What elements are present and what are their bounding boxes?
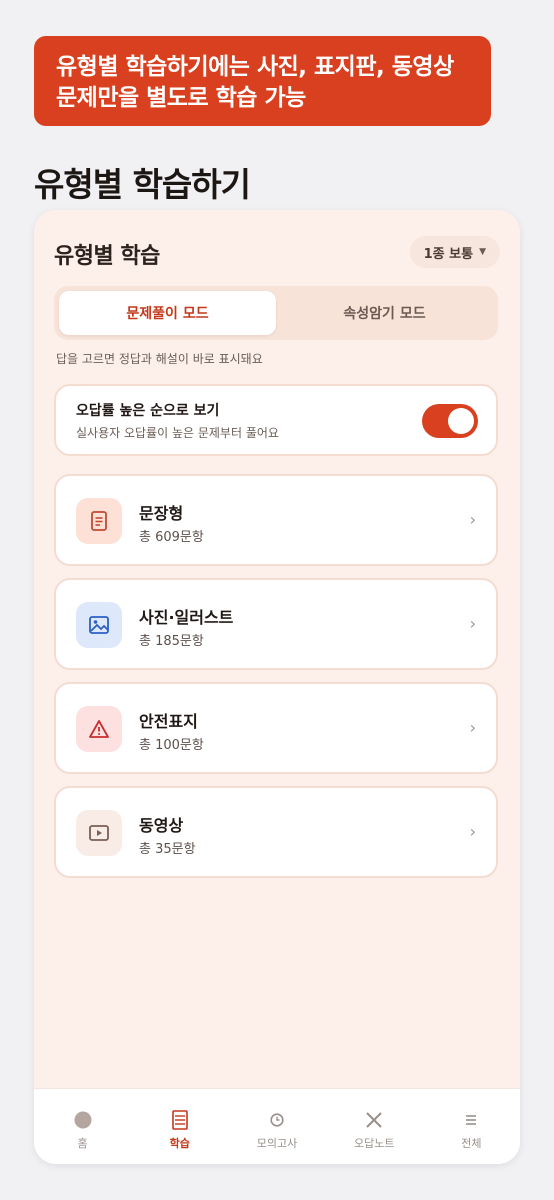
category-count: 총 100문항 xyxy=(139,738,204,753)
chevron-right-icon: › xyxy=(469,510,476,529)
nav-wrong-note[interactable]: 오답노트 xyxy=(326,1089,423,1164)
tab-problem-mode[interactable]: 문제풀이 모드 xyxy=(59,291,276,335)
nav-label: 전체 xyxy=(461,1137,482,1150)
category-name: 안전표지 xyxy=(139,712,198,731)
wrong-rate-switch[interactable] xyxy=(422,404,478,438)
toggle-title: 오답률 높은 순으로 보기 xyxy=(76,403,220,419)
play-icon xyxy=(76,810,122,856)
warning-icon xyxy=(76,706,122,752)
nav-home[interactable]: 홈 xyxy=(34,1089,131,1164)
license-level-select[interactable]: 1종 보통 ▼ xyxy=(409,236,500,268)
nav-study[interactable]: 학습 xyxy=(131,1089,228,1164)
nav-label: 모의고사 xyxy=(256,1137,298,1150)
category-count: 총 35문항 xyxy=(139,842,196,857)
mode-tabs: 문제풀이 모드 속성암기 모드 xyxy=(54,286,498,340)
nav-all[interactable]: 전체 xyxy=(423,1089,520,1164)
phone-screen: 유형별 학습 1종 보통 ▼ 문제풀이 모드 속성암기 모드 답을 고르면 정답… xyxy=(34,210,520,1164)
clock-icon xyxy=(270,1109,284,1131)
mode-description: 답을 고르면 정답과 해설이 바로 표시돼요 xyxy=(56,352,263,366)
category-card-sentence[interactable]: 문장형 총 609문항 › xyxy=(54,474,498,566)
study-icon xyxy=(171,1109,188,1131)
document-icon xyxy=(76,498,122,544)
category-card-safety-sign[interactable]: 안전표지 총 100문항 › xyxy=(54,682,498,774)
chevron-right-icon: › xyxy=(469,614,476,633)
category-card-photo[interactable]: 사진·일러스트 총 185문항 › xyxy=(54,578,498,670)
promo-line-1: 유형별 학습하기에는 사진, 표지판, 동영상 xyxy=(56,54,454,80)
app-header: 유형별 학습 1종 보통 ▼ xyxy=(54,236,500,270)
chevron-right-icon: › xyxy=(469,822,476,841)
image-icon xyxy=(76,602,122,648)
bottom-nav: 홈 학습 모의고사 오답노트 전체 xyxy=(34,1088,520,1164)
promo-line-2: 문제만을 별도로 학습 가능 xyxy=(56,85,306,111)
caret-down-icon: ▼ xyxy=(479,247,486,257)
page-title: 유형별 학습하기 xyxy=(34,165,251,204)
nav-label: 학습 xyxy=(169,1137,190,1150)
license-level-value: 1종 보통 xyxy=(423,246,474,262)
home-icon xyxy=(74,1109,92,1131)
toggle-subtitle: 실사용자 오답률이 높은 문제부터 풀어요 xyxy=(76,426,279,440)
header-title: 유형별 학습 xyxy=(54,244,160,269)
nav-label: 오답노트 xyxy=(353,1137,395,1150)
category-name: 동영상 xyxy=(139,816,184,835)
category-card-video[interactable]: 동영상 총 35문항 › xyxy=(54,786,498,878)
promo-banner: 유형별 학습하기에는 사진, 표지판, 동영상 문제만을 별도로 학습 가능 xyxy=(34,36,491,126)
category-name: 문장형 xyxy=(139,504,184,523)
category-count: 총 609문항 xyxy=(139,530,204,545)
switch-knob xyxy=(448,408,474,434)
wrong-rate-toggle-card: 오답률 높은 순으로 보기 실사용자 오답률이 높은 문제부터 풀어요 xyxy=(54,384,498,456)
chevron-right-icon: › xyxy=(469,718,476,737)
category-name: 사진·일러스트 xyxy=(139,608,234,627)
menu-icon xyxy=(465,1109,477,1131)
category-count: 총 185문항 xyxy=(139,634,204,649)
nav-label: 홈 xyxy=(77,1137,88,1150)
tab-memorize-mode[interactable]: 속성암기 모드 xyxy=(276,291,493,335)
x-icon xyxy=(365,1109,383,1131)
nav-mock-exam[interactable]: 모의고사 xyxy=(228,1089,325,1164)
